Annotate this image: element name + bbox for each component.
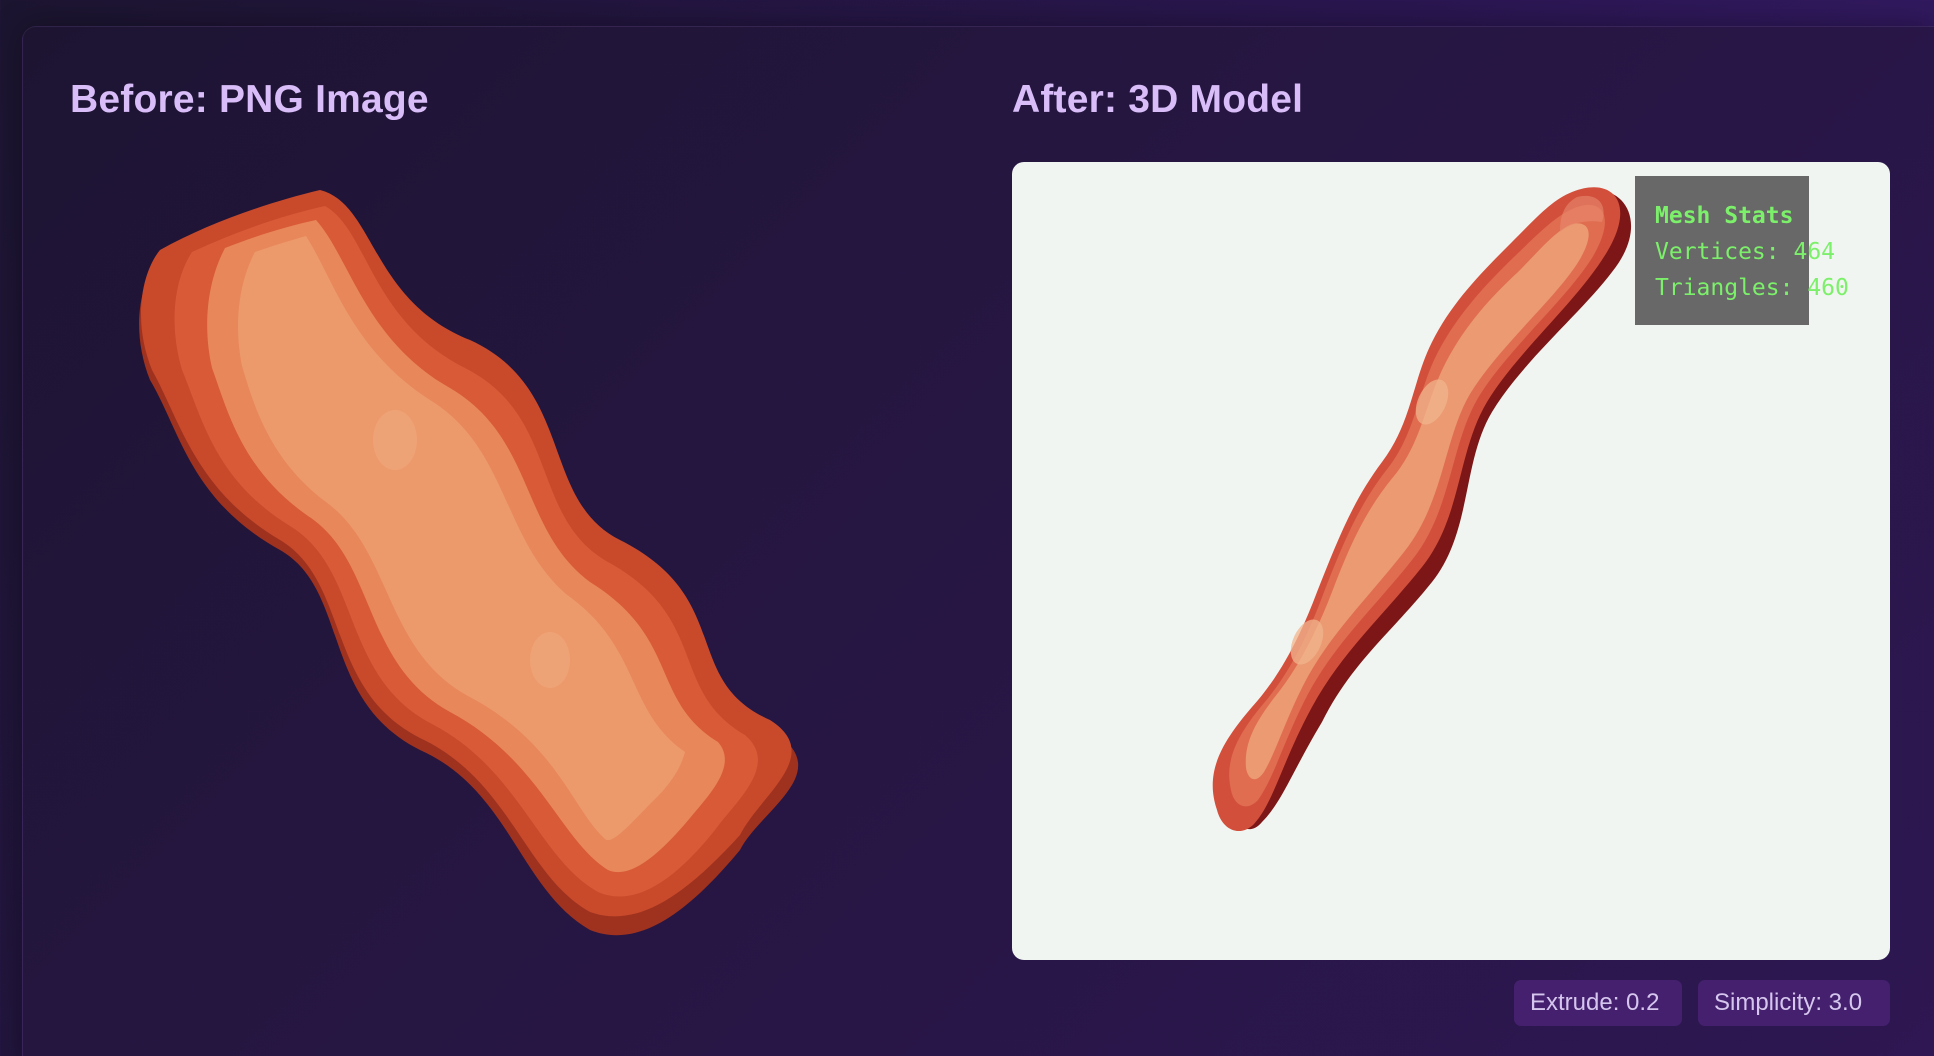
mesh-stats-triangles: Triangles: 460	[1655, 275, 1849, 301]
mesh-stats-title: Mesh Stats	[1655, 203, 1794, 229]
after-heading: After: 3D Model	[1012, 78, 1304, 121]
model-viewer[interactable]: Mesh Stats Vertices: 464 Triangles: 460	[1012, 162, 1890, 960]
mesh-stats-vertices: Vertices: 464	[1655, 239, 1836, 265]
bacon-png-image	[139, 190, 799, 936]
mesh-stats-overlay: Mesh Stats Vertices: 464 Triangles: 460	[1635, 176, 1849, 325]
simplicity-badge: Simplicity: 3.0	[1698, 980, 1890, 1026]
extrude-badge: Extrude: 0.2	[1514, 980, 1682, 1026]
before-heading: Before: PNG Image	[70, 78, 429, 121]
model-fat-layer	[1245, 223, 1589, 780]
